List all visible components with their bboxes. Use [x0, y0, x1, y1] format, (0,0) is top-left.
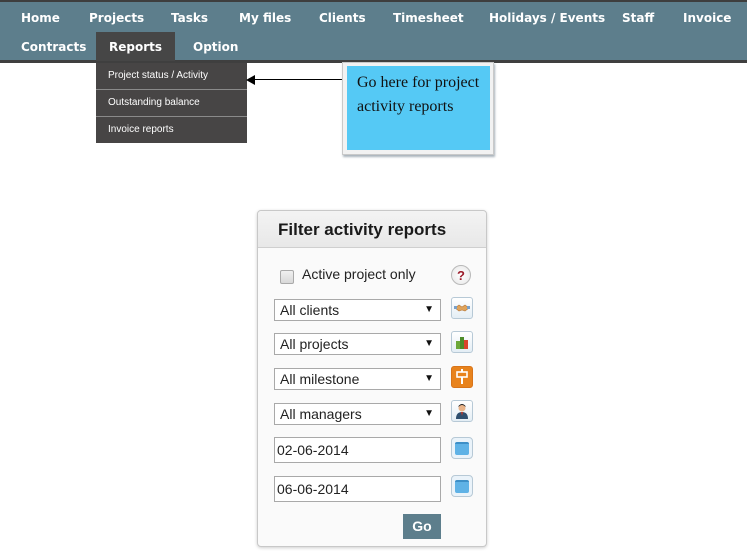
nav-invoice[interactable]: Invoice [683, 11, 731, 25]
end-date-input[interactable]: 06-06-2014 [274, 476, 441, 502]
help-icon[interactable]: ? [451, 265, 471, 285]
arrow-head-icon [246, 75, 255, 85]
chart-icon[interactable] [451, 331, 473, 353]
nav-timesheet[interactable]: Timesheet [393, 11, 464, 25]
milestone-select[interactable]: All milestone ▼ [274, 368, 441, 390]
menu-item-invoice-reports[interactable]: Invoice reports [96, 117, 247, 143]
nav-option[interactable]: Option [193, 40, 238, 54]
signpost-icon[interactable] [451, 366, 473, 388]
nav-staff[interactable]: Staff [622, 11, 654, 25]
start-date-input[interactable]: 02-06-2014 [274, 437, 441, 463]
chevron-down-icon: ▼ [424, 408, 434, 419]
milestone-select-value: All milestone [280, 371, 360, 387]
menu-item-project-status-activity[interactable]: Project status / Activity [96, 63, 247, 90]
reports-dropdown-menu: Project status / Activity Outstanding ba… [96, 63, 247, 143]
annotation-callout: Go here for project activity reports [347, 66, 490, 150]
calendar-icon[interactable] [451, 437, 473, 459]
chevron-down-icon: ▼ [424, 373, 434, 384]
chevron-down-icon: ▼ [424, 304, 434, 315]
manager-icon[interactable] [451, 400, 473, 422]
annotation-arrow [254, 79, 343, 80]
go-button[interactable]: Go [403, 514, 441, 539]
active-project-only-label: Active project only [302, 266, 416, 282]
nav-home[interactable]: Home [21, 11, 60, 25]
chevron-down-icon: ▼ [424, 338, 434, 349]
active-project-only-checkbox[interactable] [280, 270, 294, 284]
clients-select-value: All clients [280, 302, 340, 318]
nav-clients[interactable]: Clients [319, 11, 366, 25]
nav-reports[interactable]: Reports [96, 32, 175, 61]
managers-select[interactable]: All managers ▼ [274, 403, 441, 425]
nav-contracts[interactable]: Contracts [21, 40, 86, 54]
panel-title: Filter activity reports [258, 211, 486, 248]
handshake-icon[interactable] [451, 297, 473, 319]
clients-select[interactable]: All clients ▼ [274, 299, 441, 321]
nav-holidays-events[interactable]: Holidays / Events [489, 11, 605, 25]
projects-select[interactable]: All projects ▼ [274, 333, 441, 355]
menu-item-outstanding-balance[interactable]: Outstanding balance [96, 90, 247, 117]
nav-projects[interactable]: Projects [89, 11, 144, 25]
managers-select-value: All managers [280, 406, 362, 422]
nav-my-files[interactable]: My files [239, 11, 291, 25]
projects-select-value: All projects [280, 336, 349, 352]
nav-tasks[interactable]: Tasks [171, 11, 208, 25]
calendar-icon[interactable] [451, 475, 473, 497]
